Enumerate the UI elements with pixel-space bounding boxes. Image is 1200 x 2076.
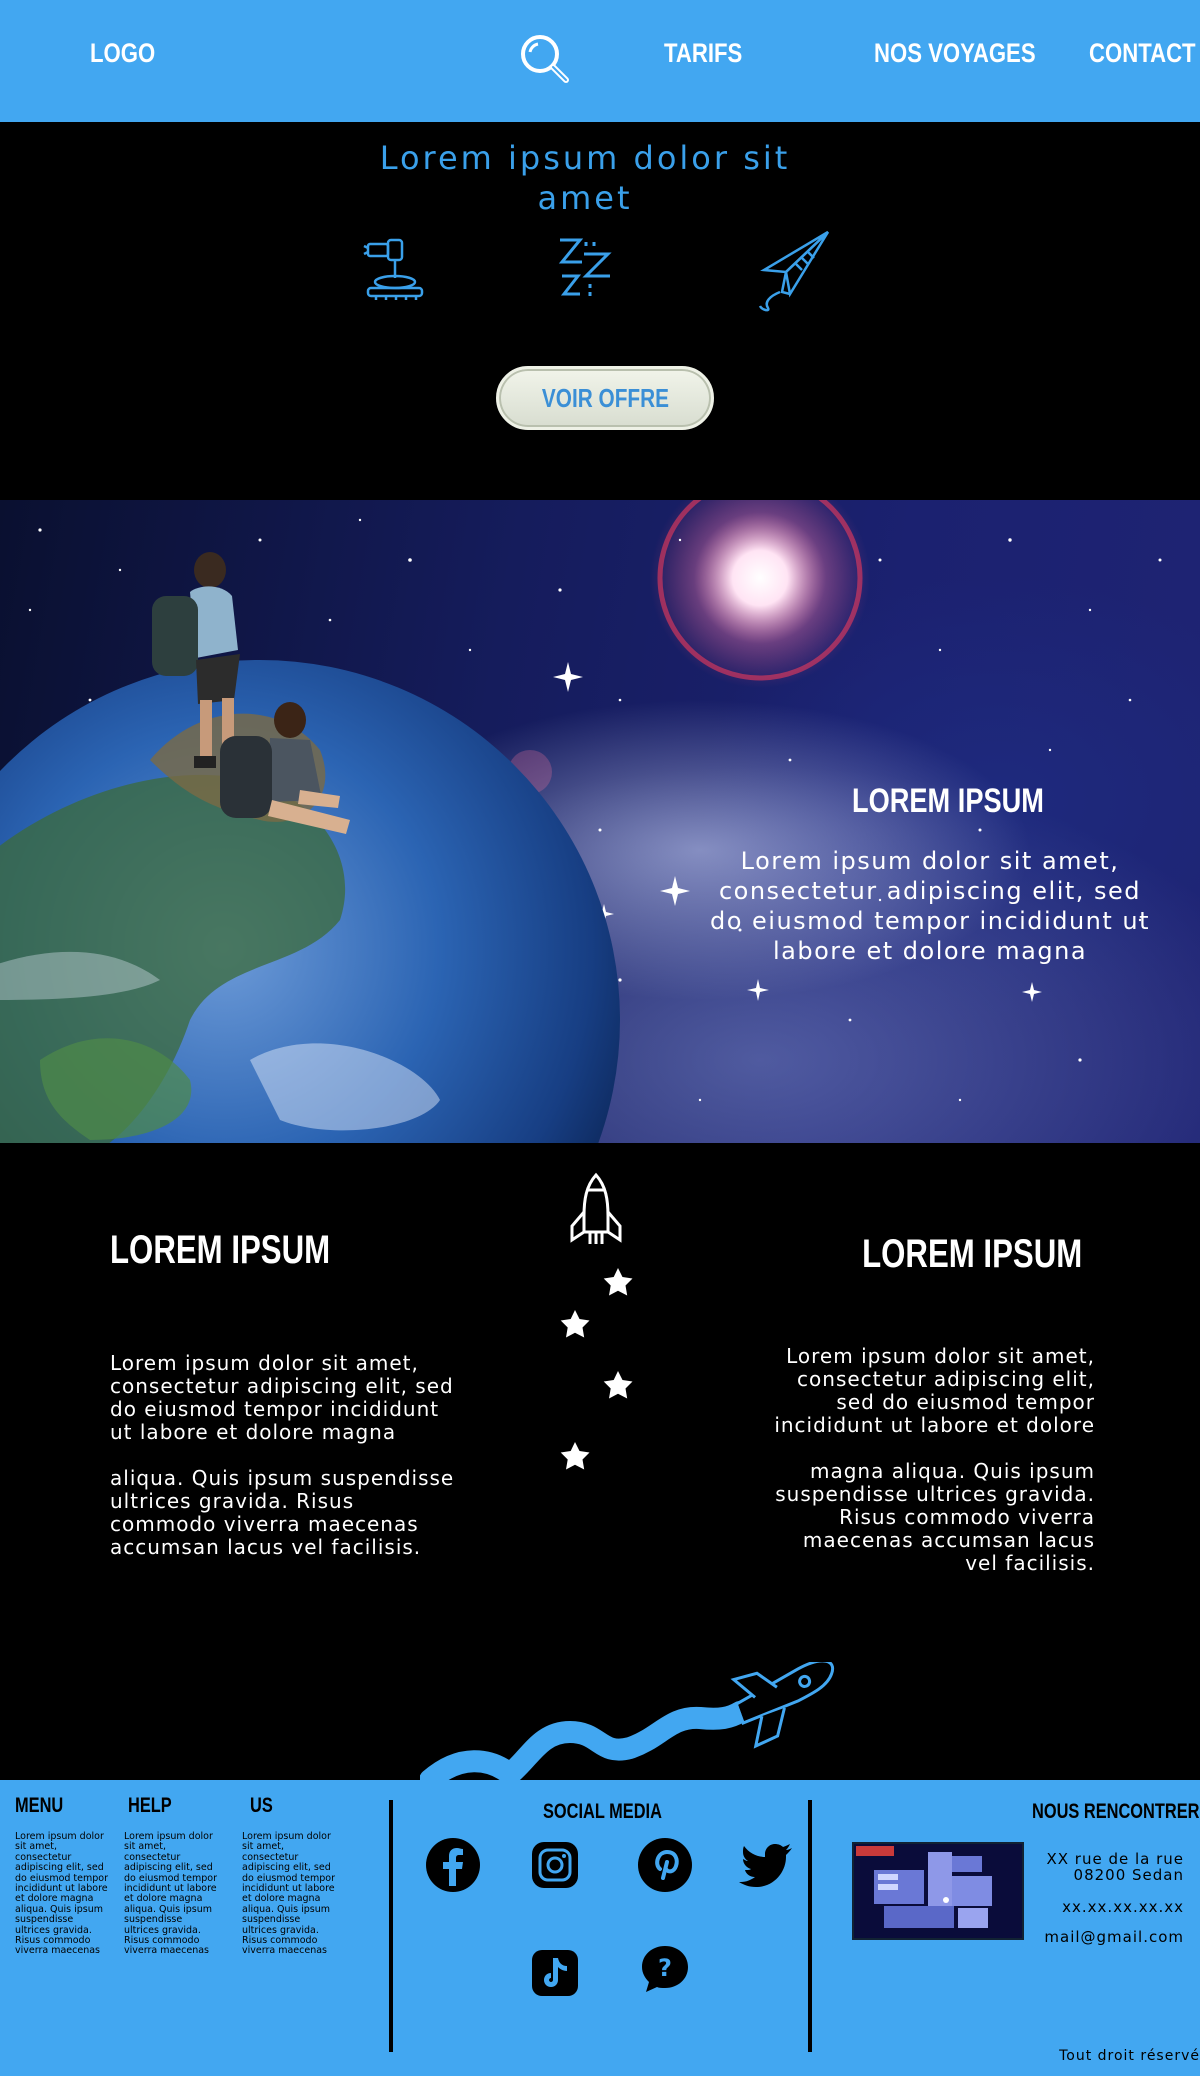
footer-menu-text: Lorem ipsum dolor sit amet, consectetur … [15, 1831, 109, 1957]
footer-help-text: Lorem ipsum dolor sit amet, consectetur … [124, 1831, 218, 1957]
email-address[interactable]: mail@gmail.com [1044, 1928, 1184, 1946]
twitter-icon[interactable] [738, 1836, 796, 1894]
pinterest-icon[interactable] [636, 1836, 694, 1894]
location-map-image[interactable] [852, 1842, 1024, 1940]
tiktok-icon[interactable] [526, 1944, 584, 2002]
social-media-title: SOCIAL MEDIA [543, 1800, 662, 1823]
phone-number[interactable]: xx.xx.xx.xx.xx [1062, 1898, 1184, 1916]
instagram-icon[interactable] [526, 1836, 584, 1894]
copyright-text: Tout droit réservé [1059, 2048, 1200, 2064]
nous-rencontrer-title: NOUS RENCONTRER [1032, 1800, 1200, 1823]
footer-us-title[interactable]: US [250, 1794, 273, 1818]
space-shuttle-icon [419, 1659, 840, 1791]
help-chat-icon[interactable]: ? [636, 1940, 694, 1998]
svg-text:?: ? [658, 1954, 672, 1982]
footer-divider-right [808, 1800, 812, 2052]
facebook-icon[interactable] [424, 1836, 482, 1894]
footer-divider-left [389, 1800, 393, 2052]
footer-help-title[interactable]: HELP [128, 1794, 172, 1818]
footer-us-text: Lorem ipsum dolor sit amet, consectetur … [242, 1831, 336, 1957]
footer-menu-title[interactable]: MENU [15, 1794, 63, 1818]
address-line-2: 08200 Sedan [1073, 1866, 1184, 1884]
